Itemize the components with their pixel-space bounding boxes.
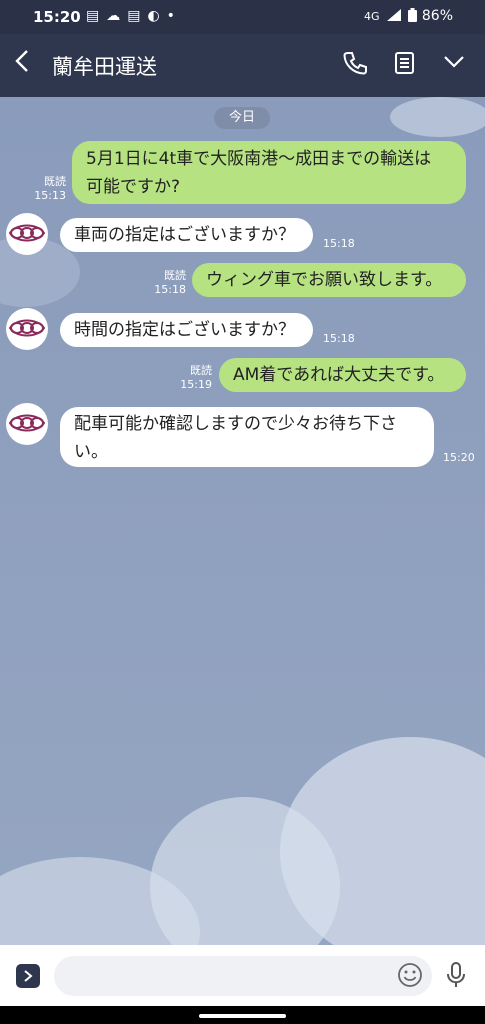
home-gesture-handle[interactable]	[199, 1014, 286, 1018]
notes-icon	[395, 52, 414, 74]
message-bubble-outgoing[interactable]: 5月1日に4t車で大阪南港〜成田までの輸送は 可能ですか?	[72, 141, 466, 204]
avatar[interactable]	[6, 403, 48, 445]
chevron-left-icon	[15, 50, 28, 72]
emoji-button[interactable]	[397, 962, 423, 992]
company-logo-icon	[8, 319, 46, 337]
background-cloud	[390, 97, 485, 137]
phone-icon	[343, 52, 367, 75]
message-text: 可能ですか?	[86, 177, 181, 197]
microphone-icon	[447, 962, 465, 987]
avatar[interactable]	[6, 308, 48, 350]
menu-button[interactable]	[443, 54, 465, 74]
status-right: 4G 86%	[364, 8, 453, 24]
message-time: 15:20	[443, 451, 475, 464]
chevron-right-icon	[24, 970, 33, 982]
chat-area[interactable]: 今日 既読 15:13 5月1日に4t車で大阪南港〜成田までの輸送は 可能ですか…	[0, 97, 485, 945]
message-meta: 既読 15:18	[146, 269, 186, 297]
message-meta: 既読 15:19	[172, 364, 212, 392]
chat-header: 蘭牟田運送	[0, 34, 485, 97]
message-time: 15:18	[154, 283, 186, 296]
input-bar	[0, 945, 485, 1006]
message-bubble-incoming[interactable]: 車両の指定はございますか？	[60, 218, 313, 252]
status-time: 15:20	[33, 8, 81, 26]
message-input[interactable]	[54, 956, 432, 996]
message-text: 5月1日に4t車で大阪南港〜成田までの輸送は	[86, 149, 432, 169]
message-bubble-incoming[interactable]: 配車可能か確認しますので少々お待ち下さ い。	[60, 407, 434, 467]
message-text: 車両の指定はございますか？	[74, 225, 295, 245]
signal-icon	[386, 9, 401, 21]
voice-input-button[interactable]	[445, 961, 467, 993]
read-receipt: 既読	[190, 364, 212, 377]
message-text: 時間の指定はございますか？	[74, 320, 295, 340]
system-nav-bar	[0, 1006, 485, 1024]
chevron-down-icon	[444, 56, 464, 68]
status-bar: 15:20 ▤☁▤◐• 4G 86%	[0, 0, 485, 34]
message-time: 15:18	[323, 237, 355, 250]
battery-level: 86%	[421, 8, 453, 24]
network-label: 4G	[363, 10, 380, 23]
notification-icons: ▤☁▤◐•	[86, 8, 182, 24]
notes-button[interactable]	[394, 50, 416, 80]
company-logo-icon	[8, 224, 46, 242]
date-separator: 今日	[214, 107, 270, 129]
back-button[interactable]	[14, 48, 30, 80]
call-button[interactable]	[342, 50, 368, 80]
emoji-icon	[398, 963, 422, 987]
battery-icon	[408, 8, 418, 22]
message-text: AM着であれば大丈夫です。	[233, 365, 445, 385]
company-logo-icon	[8, 414, 46, 432]
avatar[interactable]	[6, 213, 48, 255]
message-text: 配車可能か確認しますので少々お待ち下さ	[74, 414, 397, 434]
message-bubble-outgoing[interactable]: AM着であれば大丈夫です。	[219, 358, 466, 392]
chat-title: 蘭牟田運送	[52, 55, 157, 79]
message-meta: 既読 15:13	[26, 175, 66, 203]
read-receipt: 既読	[164, 269, 186, 282]
message-bubble-incoming[interactable]: 時間の指定はございますか？	[60, 313, 313, 347]
read-receipt: 既読	[44, 175, 66, 188]
message-time: 15:13	[34, 189, 66, 202]
message-bubble-outgoing[interactable]: ウィング車でお願い致します。	[192, 263, 466, 297]
expand-menu-button[interactable]	[16, 964, 40, 988]
message-text: ウィング車でお願い致します。	[206, 270, 443, 290]
message-time: 15:19	[180, 378, 212, 391]
message-time: 15:18	[323, 332, 355, 345]
message-text: い。	[74, 442, 108, 462]
